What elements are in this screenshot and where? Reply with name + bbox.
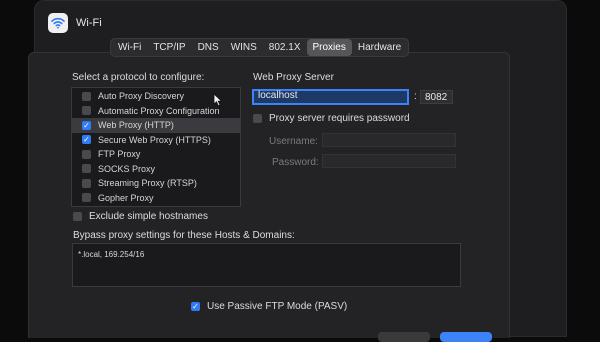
window-titlebar: Wi-Fi: [48, 11, 102, 35]
exclude-simple-row[interactable]: Exclude simple hostnames: [73, 211, 208, 222]
protocol-item-streaming-proxy[interactable]: Streaming Proxy (RTSP): [72, 176, 240, 191]
protocol-checkbox[interactable]: [82, 106, 91, 116]
tab-wifi[interactable]: Wi-Fi: [112, 39, 147, 56]
protocol-item-label: FTP Proxy: [98, 149, 141, 160]
protocol-item-socks-proxy[interactable]: SOCKS Proxy: [72, 162, 240, 177]
protocol-item-label: Gopher Proxy: [98, 192, 154, 203]
protocol-checkbox[interactable]: ✓: [82, 135, 91, 145]
protocol-item-web-proxy[interactable]: ✓ Web Proxy (HTTP): [72, 118, 240, 133]
exclude-simple-label: Exclude simple hostnames: [89, 211, 208, 222]
protocol-item-label: Streaming Proxy (RTSP): [98, 178, 197, 189]
wifi-icon: [48, 13, 68, 33]
protocol-checkbox[interactable]: [82, 149, 91, 159]
protocol-item-label: Secure Web Proxy (HTTPS): [98, 134, 211, 145]
protocol-item-label: Auto Proxy Discovery: [98, 91, 185, 102]
password-field[interactable]: [322, 154, 456, 168]
protocol-list-heading: Select a protocol to configure:: [72, 72, 205, 83]
username-label: Username:: [269, 136, 318, 147]
requires-password-label: Proxy server requires password: [269, 113, 410, 124]
passive-ftp-row[interactable]: ✓ Use Passive FTP Mode (PASV): [191, 301, 347, 312]
tab-wins[interactable]: WINS: [225, 39, 263, 56]
settings-tab-bar: Wi-Fi TCP/IP DNS WINS 802.1X Proxies Har…: [110, 38, 410, 57]
proxy-host-input[interactable]: localhost: [252, 89, 409, 105]
tab-dns[interactable]: DNS: [192, 39, 225, 56]
protocol-checkbox[interactable]: [82, 91, 91, 101]
protocol-item-label: Web Proxy (HTTP): [98, 120, 174, 131]
proxy-port-input[interactable]: 8082: [420, 90, 453, 104]
protocol-checkbox[interactable]: [82, 164, 91, 174]
tab-proxies[interactable]: Proxies: [306, 39, 352, 56]
port-separator: :: [414, 91, 417, 102]
tab-hardware[interactable]: Hardware: [352, 39, 407, 56]
username-field[interactable]: [322, 133, 456, 147]
passive-ftp-checkbox[interactable]: ✓: [191, 302, 200, 311]
protocol-item-secure-web-proxy[interactable]: ✓ Secure Web Proxy (HTTPS): [72, 133, 240, 148]
protocol-checkbox[interactable]: [82, 178, 91, 188]
protocol-item-label: SOCKS Proxy: [98, 163, 156, 174]
protocol-item-label: Automatic Proxy Configuration: [98, 105, 220, 116]
requires-password-row[interactable]: Proxy server requires password: [253, 113, 410, 124]
dialog-button[interactable]: [440, 332, 492, 342]
tab-tcpip[interactable]: TCP/IP: [147, 39, 191, 56]
protocol-checkbox[interactable]: [82, 193, 91, 203]
protocol-item-gopher-proxy[interactable]: Gopher Proxy: [72, 191, 240, 206]
protocol-checkbox[interactable]: ✓: [82, 120, 91, 130]
bypass-heading: Bypass proxy settings for these Hosts & …: [73, 230, 295, 241]
protocol-item-ftp-proxy[interactable]: FTP Proxy: [72, 147, 240, 162]
proxy-server-heading: Web Proxy Server: [253, 72, 334, 83]
mouse-pointer-icon: [213, 93, 223, 112]
bypass-hosts-textarea[interactable]: *.local, 169.254/16: [72, 243, 461, 287]
password-label: Password:: [272, 157, 319, 168]
dialog-button[interactable]: [378, 332, 430, 342]
requires-password-checkbox[interactable]: [253, 114, 262, 123]
passive-ftp-label: Use Passive FTP Mode (PASV): [207, 301, 348, 312]
window-title: Wi-Fi: [76, 17, 102, 29]
tab-8021x[interactable]: 802.1X: [263, 39, 307, 56]
exclude-simple-checkbox[interactable]: [73, 212, 82, 221]
